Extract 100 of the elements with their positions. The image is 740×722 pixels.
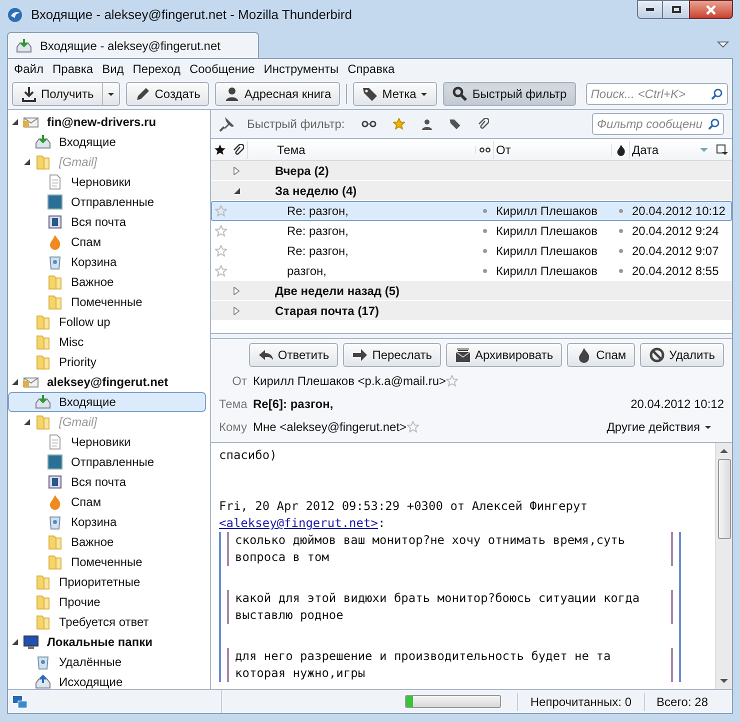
message-row[interactable]: Re: разгон, Кирилл Плешаков 20.04.2012 9:24 (211, 221, 732, 241)
menu-item[interactable]: Правка (52, 60, 94, 78)
folder-item[interactable]: Отправленные (8, 452, 206, 472)
collapsed-arrow-icon[interactable] (233, 306, 241, 314)
message-row[interactable]: Re: разгон, Кирилл Плешаков 20.04.2012 10:12 (211, 201, 732, 221)
scrollbar[interactable] (715, 443, 732, 689)
star-icon[interactable] (406, 420, 419, 432)
header-action-button[interactable]: Переслать (343, 343, 441, 367)
folder-item[interactable]: Прочие (8, 592, 206, 612)
menu-item[interactable]: Файл (14, 60, 44, 78)
menu-item[interactable]: Инструменты (264, 60, 339, 78)
sender-address[interactable]: Кирилл Плешаков <p.k.a@mail.ru> (253, 372, 446, 390)
network-status-icon[interactable] (12, 694, 28, 710)
inbox-icon (16, 38, 32, 54)
paperclip-icon[interactable] (476, 118, 489, 130)
star-icon[interactable] (446, 374, 458, 386)
folder-item[interactable]: Вся почта (8, 212, 206, 232)
folder-item[interactable]: Важное (8, 532, 206, 552)
folder-item[interactable]: Misc (8, 332, 206, 352)
message-filter-field[interactable]: Фильтр сообщени (592, 113, 724, 135)
expanded-arrow-icon[interactable] (23, 418, 31, 426)
toolbar-button[interactable]: Адресная книга (215, 82, 340, 106)
trash-icon (47, 514, 63, 530)
group-row[interactable]: Вчера (2) (211, 161, 732, 181)
expanded-arrow-icon[interactable] (23, 158, 31, 166)
expanded-arrow-icon[interactable] (233, 186, 241, 194)
expanded-arrow-icon[interactable] (11, 378, 19, 386)
glasses-icon[interactable] (360, 118, 377, 130)
expanded-arrow-icon[interactable] (11, 638, 19, 646)
star-icon[interactable] (215, 205, 227, 217)
header-action-button[interactable]: Удалить (640, 343, 724, 367)
close-button[interactable] (689, 0, 733, 19)
folder-item[interactable]: aleksey@fingerut.net (8, 372, 206, 392)
email-link[interactable]: <aleksey@fingerut.net> (219, 515, 378, 532)
collapsed-arrow-icon[interactable] (233, 166, 241, 174)
folder-item[interactable]: Помеченные (8, 292, 206, 312)
minimize-button[interactable] (637, 0, 663, 19)
folder-item[interactable]: Follow up (8, 312, 206, 332)
folder-item[interactable]: Корзина (8, 512, 206, 532)
expanded-arrow-icon[interactable] (11, 118, 19, 126)
menu-item[interactable]: Вид (102, 60, 124, 78)
star-icon[interactable] (215, 265, 227, 277)
group-row[interactable]: Две недели назад (5) (211, 281, 732, 301)
glasses-icon[interactable] (478, 146, 490, 154)
person-icon[interactable] (420, 118, 433, 130)
folder-item[interactable]: Помеченные (8, 552, 206, 572)
folder-item[interactable]: Спам (8, 492, 206, 512)
scroll-up-icon[interactable] (720, 447, 728, 455)
folder-item[interactable]: Вся почта (8, 472, 206, 492)
toolbar-button[interactable]: Получить (12, 82, 120, 106)
star-column-icon[interactable] (214, 144, 226, 156)
folder-item[interactable]: Черновики (8, 432, 206, 452)
attachment-column-icon[interactable] (232, 144, 244, 156)
header-action-button[interactable]: Ответить (248, 343, 338, 367)
group-row[interactable]: Старая почта (17) (211, 301, 732, 321)
scrollbar-thumb[interactable] (718, 459, 730, 539)
search-icon[interactable] (711, 88, 723, 100)
menu-item[interactable]: Справка (348, 60, 395, 78)
menu-item[interactable]: Сообщение (189, 60, 255, 78)
maximize-button[interactable] (663, 0, 689, 19)
header-action-button[interactable]: Спам (567, 343, 636, 367)
star-icon[interactable] (392, 118, 405, 130)
pin-icon[interactable] (219, 116, 235, 132)
star-icon[interactable] (215, 225, 227, 237)
toolbar-button[interactable]: Быстрый фильтр (443, 82, 576, 106)
header-action-button[interactable]: Архивировать (446, 343, 562, 367)
column-picker-icon[interactable] (716, 144, 728, 156)
from-column-header[interactable]: От (493, 140, 611, 158)
person-icon (224, 86, 240, 102)
other-actions-menu[interactable]: Другие действия (606, 418, 712, 436)
toolbar-button[interactable]: Создать (126, 82, 210, 106)
folder-item[interactable]: Требуется ответ (8, 612, 206, 632)
folder-item[interactable]: Исходящие (8, 672, 206, 689)
folder-item[interactable]: Локальные папки (8, 632, 206, 652)
search-icon[interactable] (708, 118, 720, 130)
date-column-header[interactable]: Дата (629, 140, 712, 158)
folder-item[interactable]: Спам (8, 232, 206, 252)
message-row[interactable]: разгон, Кирилл Плешаков 20.04.2012 8:55 (211, 261, 732, 281)
folder-item[interactable]: Корзина (8, 252, 206, 272)
group-row[interactable]: За неделю (4) (211, 181, 732, 201)
folder-item[interactable]: Удалённые (8, 652, 206, 672)
search-field[interactable]: Поиск... <Ctrl+K> (586, 83, 728, 105)
tab[interactable]: Входящие - aleksey@fingerut.net (7, 32, 259, 58)
toolbar-button[interactable]: Метка (353, 82, 438, 106)
scroll-down-icon[interactable] (720, 677, 728, 685)
folder-item[interactable]: Входящие (8, 132, 206, 152)
collapsed-arrow-icon[interactable] (233, 286, 241, 294)
menu-item[interactable]: Переход (132, 60, 180, 78)
folder-item[interactable]: Черновики (8, 172, 206, 192)
message-row[interactable]: Re: разгон, Кирилл Плешаков 20.04.2012 9:07 (211, 241, 732, 261)
folder-item[interactable]: Отправленные (8, 192, 206, 212)
recipient-address[interactable]: Мне <aleksey@fingerut.net> (253, 418, 407, 436)
folder-item[interactable]: Входящие (8, 392, 206, 412)
tag-icon[interactable] (448, 118, 461, 130)
star-icon[interactable] (215, 245, 227, 257)
folder-item[interactable]: fin@new-drivers.ru (8, 112, 206, 132)
folder-item[interactable]: Priority (8, 352, 206, 372)
folder-item[interactable]: Важное (8, 272, 206, 292)
subject-column-header[interactable]: Тема (247, 140, 475, 158)
folder-item[interactable]: Приоритетные (8, 572, 206, 592)
